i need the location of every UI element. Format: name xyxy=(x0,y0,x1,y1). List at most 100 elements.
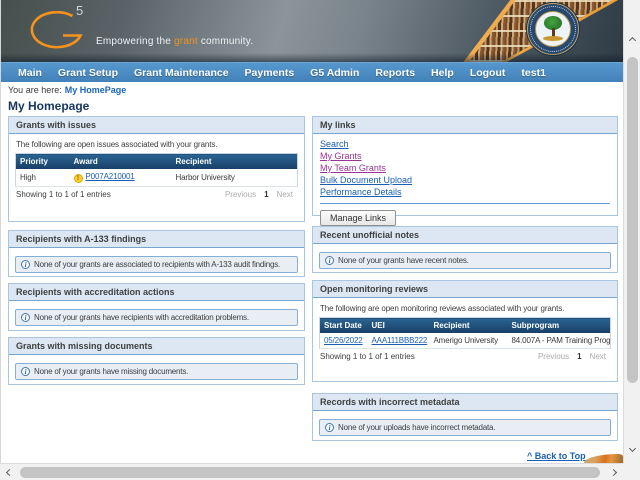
my-links-list: Search My Grants My Team Grants Bulk Doc… xyxy=(313,134,617,226)
panel-missing-documents: Grants with missing documents i None of … xyxy=(8,337,305,385)
showing-entries-text: Showing 1 to 1 of 1 entries xyxy=(320,352,415,361)
table-row: 05/26/2022 AAA111BBB222 Amerigo Universi… xyxy=(320,333,611,349)
tagline-pre: Empowering the xyxy=(96,36,174,47)
info-message-box: i None of your grants have missing docum… xyxy=(15,363,298,380)
seal-inner-circle xyxy=(535,11,571,47)
nav-item-help[interactable]: Help xyxy=(423,67,462,79)
breadcrumb: You are here:My HomePage xyxy=(8,85,126,95)
footer-banner-image-fragment xyxy=(584,454,623,463)
info-icon: i xyxy=(325,423,334,432)
panel-my-links: My links Search My Grants My Team Grants… xyxy=(312,116,618,216)
info-message-box: i None of your grants have recent notes. xyxy=(319,252,611,269)
pagination: Previous 1 Next xyxy=(221,190,297,199)
horizontal-scrollbar[interactable] xyxy=(0,463,623,480)
breadcrumb-prefix: You are here: xyxy=(8,85,62,95)
pagination-page-1[interactable]: 1 xyxy=(577,352,581,361)
vertical-scrollbar[interactable] xyxy=(623,0,640,463)
col-header-recipient: Recipient xyxy=(430,318,508,334)
manage-links-button[interactable]: Manage Links xyxy=(320,210,396,226)
horizontal-scrollbar-thumb[interactable] xyxy=(20,467,600,478)
nav-item-grant-setup[interactable]: Grant Setup xyxy=(50,67,126,79)
info-icon: i xyxy=(21,313,30,322)
department-of-education-seal xyxy=(527,3,579,55)
start-date-link[interactable]: 05/26/2022 xyxy=(324,336,363,345)
cell-priority: High xyxy=(16,169,70,187)
panel-grants-with-issues: Grants with issues The following are ope… xyxy=(8,116,305,222)
info-icon: i xyxy=(325,256,334,265)
grants-issues-table: Priority Award Recipient High !P007A2100… xyxy=(15,153,298,187)
nav-item-g5-admin[interactable]: G5 Admin xyxy=(302,67,367,79)
table-row: High !P007A210001 Harbor University xyxy=(16,169,298,187)
col-header-recipient: Recipient xyxy=(172,154,298,170)
scroll-down-arrow-icon[interactable] xyxy=(629,445,636,452)
panel-incorrect-metadata: Records with incorrect metadata i None o… xyxy=(312,393,618,441)
cell-start-date: 05/26/2022 xyxy=(320,333,368,349)
pagination: Previous 1 Next xyxy=(534,352,610,361)
info-message-box: i None of your uploads have incorrect me… xyxy=(319,419,611,436)
pagination-previous[interactable]: Previous xyxy=(538,352,569,361)
pagination-next[interactable]: Next xyxy=(277,190,293,199)
pagination-next[interactable]: Next xyxy=(590,352,606,361)
panel-title: Records with incorrect metadata xyxy=(313,394,617,411)
window-left-border xyxy=(0,0,1,463)
g5-logo-five: 5 xyxy=(76,3,83,18)
panel-open-monitoring-reviews: Open monitoring reviews The following ar… xyxy=(312,280,618,382)
col-header-priority: Priority xyxy=(16,154,70,170)
panel-accreditation-actions: Recipients with accreditation actions i … xyxy=(8,283,305,331)
panel-title: Recipients with accreditation actions xyxy=(9,284,304,301)
info-message-box: i None of your grants are associated to … xyxy=(15,256,298,273)
panel-recent-unofficial-notes: Recent unofficial notes i None of your g… xyxy=(312,226,618,273)
warning-icon: ! xyxy=(74,174,83,183)
tagline-grant: grant xyxy=(174,36,198,47)
link-performance-details[interactable]: Performance Details xyxy=(320,186,610,198)
info-icon: i xyxy=(21,367,30,376)
info-message-box: i None of your grants have recipients wi… xyxy=(15,309,298,326)
pagination-previous[interactable]: Previous xyxy=(225,190,256,199)
tagline-post: community. xyxy=(198,36,253,47)
scroll-up-arrow-icon[interactable] xyxy=(629,37,636,44)
vertical-scrollbar-thumb[interactable] xyxy=(627,57,638,383)
nav-item-logout[interactable]: Logout xyxy=(462,67,514,79)
scroll-left-arrow-icon[interactable] xyxy=(6,469,13,476)
divider xyxy=(320,203,610,204)
link-bulk-document-upload[interactable]: Bulk Document Upload xyxy=(320,174,610,186)
panel-title: Grants with missing documents xyxy=(9,338,304,355)
uei-link[interactable]: AAA111BBB222 xyxy=(372,336,428,345)
cell-award: !P007A210001 xyxy=(70,169,172,187)
panel-description: The following are open monitoring review… xyxy=(320,304,610,313)
page-title: My Homepage xyxy=(8,99,89,113)
info-message-text: None of your grants have recent notes. xyxy=(338,256,469,265)
panel-title: Recent unofficial notes xyxy=(313,227,617,244)
nav-item-payments[interactable]: Payments xyxy=(237,67,303,79)
info-icon: i xyxy=(21,260,30,269)
col-header-start-date: Start Date xyxy=(320,318,368,334)
tagline: Empowering the grant community. xyxy=(96,36,253,47)
panel-title: Grants with issues xyxy=(9,117,304,134)
breadcrumb-link-my-homepage[interactable]: My HomePage xyxy=(65,85,127,95)
cell-recipient: Amerigo University xyxy=(430,333,508,349)
info-message-text: None of your grants are associated to re… xyxy=(34,260,280,269)
panel-title: My links xyxy=(313,117,617,134)
nav-item-grant-maintenance[interactable]: Grant Maintenance xyxy=(126,67,237,79)
link-search[interactable]: Search xyxy=(320,138,610,150)
nav-item-username[interactable]: test1 xyxy=(513,67,554,79)
col-header-subprogram: Subprogram xyxy=(508,318,611,334)
seal-gold-base xyxy=(543,36,563,41)
panel-a133-findings: Recipients with A-133 findings i None of… xyxy=(8,230,305,277)
nav-item-reports[interactable]: Reports xyxy=(367,67,423,79)
cell-subprogram: 84.007A - PAM Training Program xyxy=(508,333,611,349)
scrollbar-corner xyxy=(623,463,640,480)
nav-item-main[interactable]: Main xyxy=(10,67,50,79)
scroll-right-arrow-icon[interactable] xyxy=(610,469,617,476)
link-my-grants[interactable]: My Grants xyxy=(320,150,610,162)
award-link[interactable]: P007A210001 xyxy=(86,172,135,181)
info-message-text: None of your grants have recipients with… xyxy=(34,313,249,322)
cell-recipient: Harbor University xyxy=(172,169,298,187)
back-to-top-link[interactable]: ^ Back to Top xyxy=(527,451,586,461)
col-header-uei: UEI xyxy=(368,318,430,334)
info-message-text: None of your uploads have incorrect meta… xyxy=(338,423,495,432)
pagination-page-1[interactable]: 1 xyxy=(264,190,268,199)
app-header-banner: 5 Empowering the grant community. xyxy=(0,0,623,62)
panel-title: Open monitoring reviews xyxy=(313,281,617,298)
link-my-team-grants[interactable]: My Team Grants xyxy=(320,162,610,174)
